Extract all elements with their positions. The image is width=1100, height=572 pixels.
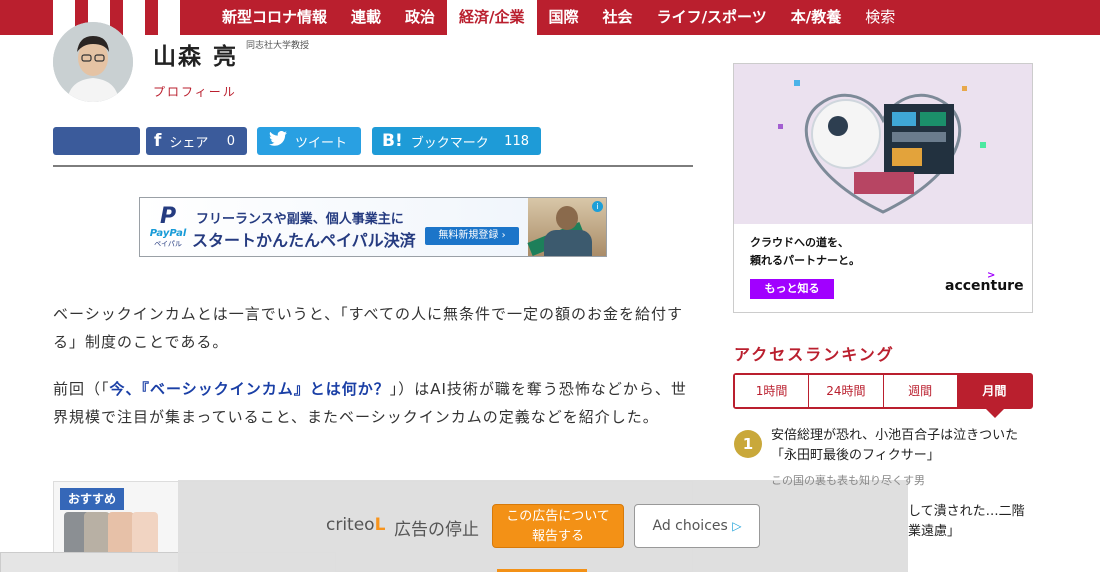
author-name: 山森 亮 <box>153 44 239 70</box>
nav-item-corona[interactable]: 新型コロナ情報 <box>210 0 339 35</box>
nav-item-series[interactable]: 連載 <box>339 0 393 35</box>
recommend-badge: おすすめ <box>60 488 124 510</box>
paypal-logo: P PayPal ペイパル <box>148 206 188 249</box>
nav-item-search[interactable]: 検索 <box>853 0 907 35</box>
facebook-share-count: 0 <box>226 133 235 149</box>
accenture-ad-copy: クラウドへの道を、 頼れるパートナーと。 <box>750 234 860 270</box>
ad-choices-icon: ▷ <box>732 519 742 533</box>
hatena-bookmark-label: ブックマーク <box>410 135 489 151</box>
twitter-share-label: ツイート <box>295 135 348 151</box>
criteo-logo: criteoL <box>326 515 385 535</box>
banner-register-button[interactable]: 無料新規登録 › <box>425 227 519 245</box>
article-paragraph-1: ベーシックインカムとは一言でいうと、「すべての人に無条件で一定の額のお金を給付す… <box>53 305 683 351</box>
nav-item-politics[interactable]: 政治 <box>393 0 447 35</box>
ad-info-icon[interactable]: i <box>592 201 603 212</box>
stop-ad-label: 広告の停止 <box>394 520 479 540</box>
author-title: 同志社大学教授 <box>246 41 310 51</box>
active-tab-pointer <box>986 409 1004 418</box>
accenture-logo-text: accenture <box>945 278 1024 294</box>
profile-link[interactable]: プロフィール <box>153 83 237 100</box>
rank-number-badge: 1 <box>734 430 762 458</box>
tab-monthly[interactable]: 月間 <box>957 375 1031 407</box>
nav-item-international[interactable]: 国際 <box>537 0 591 35</box>
accenture-logo: accenture > <box>945 270 1024 294</box>
ranking-item-2-title-partial[interactable]: して潰された…二階 <box>908 502 1025 522</box>
nav-item-society[interactable]: 社会 <box>591 0 645 35</box>
main-nav: 新型コロナ情報 連載 政治 経済/企業 国際 社会 ライフ/スポーツ 本/教養 … <box>210 0 907 35</box>
paypal-banner-ad[interactable]: P PayPal ペイパル フリーランスや副業、個人事業主に スタートかんたんペ… <box>139 197 607 257</box>
criteo-ad-overlay: criteoL 広告の停止 この広告について 報告する Ad choices ▷ <box>178 480 908 572</box>
accenture-side-ad[interactable]: クラウドへの道を、 頼れるパートナーと。 もっと知る accenture > <box>733 63 1033 313</box>
previous-article-link[interactable]: 今、『ベーシックインカム』とは何か？ <box>110 380 390 398</box>
paypal-logo-mark: P <box>159 204 177 229</box>
paypal-logo-word: PayPal <box>149 228 187 239</box>
paragraph-text: 前回（「 <box>53 380 110 398</box>
top-nav-bar: 新型コロナ情報 連載 政治 経済/企業 国際 社会 ライフ/スポーツ 本/教養 … <box>0 0 1100 35</box>
ranking-tabs: 1時間 24時間 週間 月間 <box>733 373 1033 409</box>
accenture-learn-more-button[interactable]: もっと知る <box>750 279 834 299</box>
ranking-item-subtitle: この国の裏も表も知り尽くす男 <box>771 474 925 487</box>
accenture-ad-copy-2: 頼れるパートナーと。 <box>750 254 860 267</box>
ranking-item-title[interactable]: 安倍総理が恐れ、小池百合子は泣きついた「永田町最後のフィクサー」 <box>771 426 1033 466</box>
author-photo <box>53 22 133 102</box>
hatena-bookmark-count: 118 <box>504 133 529 149</box>
twitter-icon <box>269 131 287 151</box>
facebook-icon: f <box>154 131 162 151</box>
ad-choices-label: Ad choices <box>652 518 728 534</box>
accenture-ad-image <box>734 64 1032 224</box>
article-paragraph-2: 前回（「今、『ベーシックインカム』とは何か？」）はAI技術が職を奪う恐怖などから… <box>53 375 693 431</box>
banner-headline-2: スタートかんたんペイパル決済 <box>192 231 416 250</box>
divider <box>53 165 693 167</box>
report-ad-button[interactable]: この広告について 報告する <box>492 504 624 548</box>
ranking-item-2-title-partial[interactable]: 業遠慮」 <box>908 522 960 542</box>
nav-item-economy[interactable]: 経済/企業 <box>447 0 537 35</box>
paypal-logo-sub: ペイパル <box>154 240 182 248</box>
report-ad-label-2: 報告する <box>531 529 584 544</box>
ad-choices-button[interactable]: Ad choices ▷ <box>634 504 760 548</box>
criteo-logo-mark: L <box>374 515 386 535</box>
author-avatar[interactable] <box>53 22 133 102</box>
ranking-heading: アクセスランキング <box>734 345 895 364</box>
nav-item-books[interactable]: 本/教養 <box>779 0 853 35</box>
hatena-bookmark-button[interactable]: B! ブックマーク 118 <box>372 127 541 155</box>
criteo-logo-text: criteo <box>326 515 375 535</box>
banner-headline-1: フリーランスや副業、個人事業主に <box>196 212 404 227</box>
share-button-blank[interactable] <box>53 127 140 155</box>
accenture-logo-mark: > <box>987 270 996 281</box>
twitter-share-button[interactable]: ツイート <box>257 127 361 155</box>
tab-1-hour[interactable]: 1時間 <box>735 375 810 407</box>
nav-item-life-sports[interactable]: ライフ/スポーツ <box>645 0 779 35</box>
tab-weekly[interactable]: 週間 <box>883 375 958 407</box>
report-ad-label-1: この広告について <box>506 509 610 524</box>
facebook-share-button[interactable]: f シェア 0 <box>146 127 247 155</box>
accenture-ad-copy-1: クラウドへの道を、 <box>750 236 849 249</box>
tab-24-hours[interactable]: 24時間 <box>809 375 884 407</box>
hatena-bookmark-icon: B! <box>382 131 403 151</box>
facebook-share-label: シェア <box>169 135 209 151</box>
